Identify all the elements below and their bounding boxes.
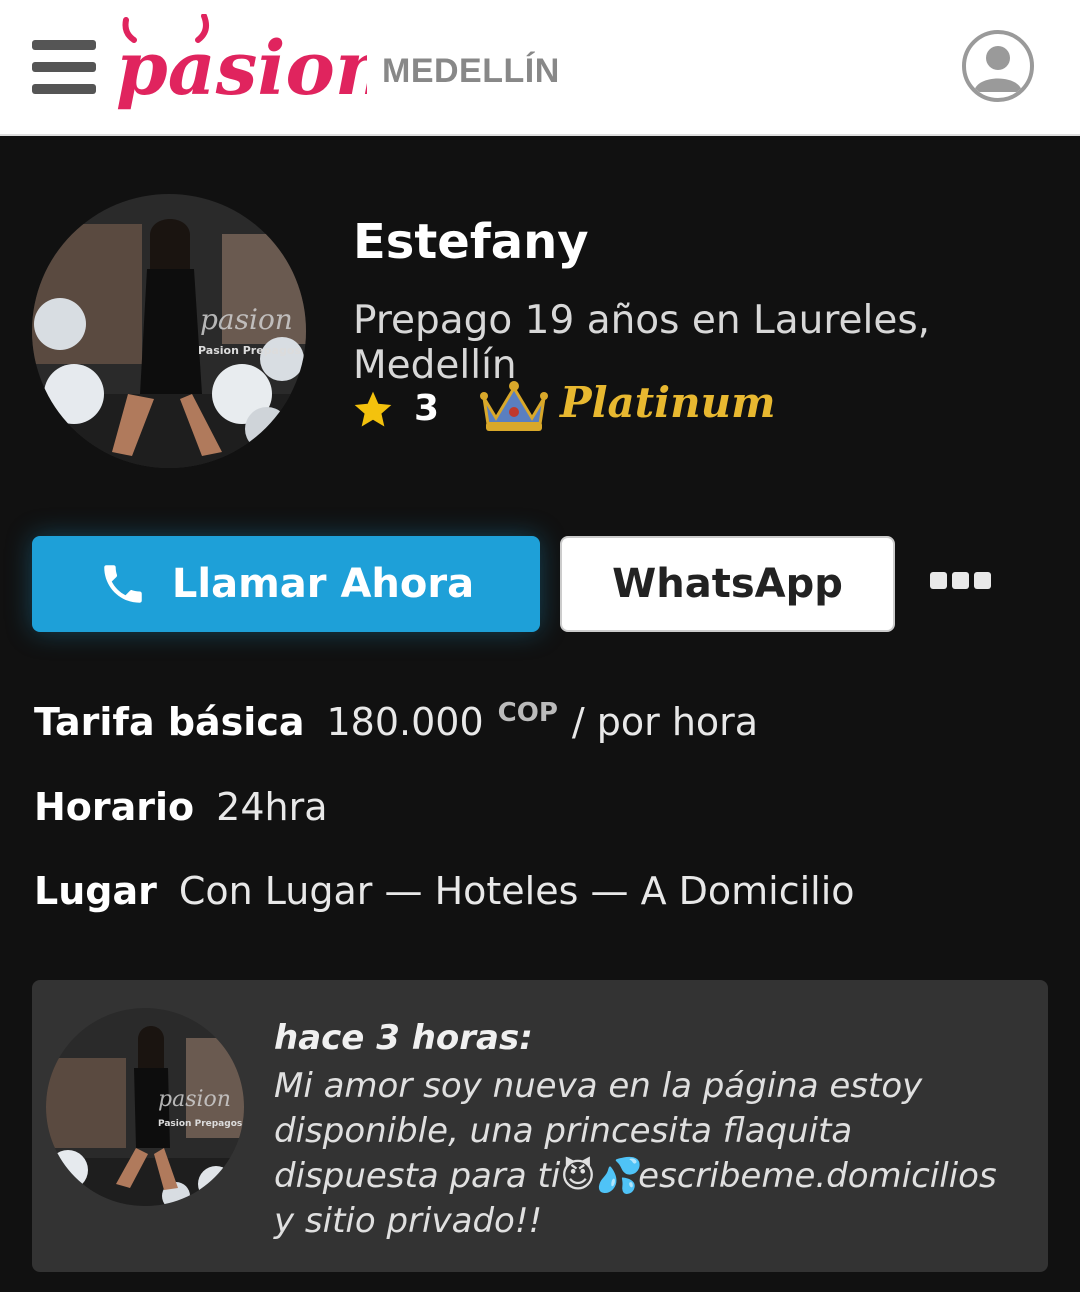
call-now-label: Llamar Ahora <box>171 561 475 607</box>
menu-icon[interactable] <box>32 40 96 94</box>
whatsapp-label: WhatsApp <box>612 561 843 607</box>
rate-value: 180.000 <box>326 700 484 744</box>
platinum-badge: Platinum <box>560 378 776 427</box>
rating-value: 3 <box>414 388 440 429</box>
logo-text: pasion <box>116 26 367 112</box>
call-now-button[interactable]: Llamar Ahora <box>32 536 540 632</box>
avatar-watermark-sub: Pasion Prepagos <box>198 344 301 357</box>
schedule-row: Horario 24hra <box>34 785 328 829</box>
site-logo[interactable]: pasion <box>112 14 367 122</box>
phone-icon <box>104 565 142 603</box>
profile-subtitle: Prepago 19 años en Laureles, Medellín <box>353 298 931 388</box>
post-message: Mi amor soy nueva en la página estoy dis… <box>274 1066 997 1241</box>
crown-icon <box>480 381 548 431</box>
post-card[interactable]: pasion Pasion Prepagos hace 3 horas: Mi … <box>32 980 1048 1272</box>
place-row: Lugar Con Lugar — Hoteles — A Domicilio <box>34 869 855 913</box>
rate-row: Tarifa básica 180.000 COP / por hora <box>34 698 759 744</box>
city-label: MEDELLÍN <box>382 52 560 90</box>
schedule-value: 24hra <box>216 785 328 829</box>
rate-unit: / por hora <box>571 700 759 744</box>
post-watermark: pasion <box>158 1087 231 1112</box>
top-bar: pasion MEDELLÍN <box>0 0 1080 136</box>
schedule-label: Horario <box>34 785 195 829</box>
more-icon[interactable] <box>930 572 992 598</box>
whatsapp-button[interactable]: WhatsApp <box>560 536 895 632</box>
rate-label: Tarifa básica <box>34 700 305 744</box>
post-watermark-sub: Pasion Prepagos <box>158 1119 242 1129</box>
avatar-watermark: pasion <box>200 303 293 336</box>
place-value: Con Lugar — Hoteles — A Domicilio <box>178 869 855 913</box>
profile-avatar[interactable]: pasion Pasion Prepagos <box>32 194 306 468</box>
user-icon[interactable] <box>962 30 1034 102</box>
profile-name: Estefany <box>353 214 589 270</box>
post-avatar[interactable]: pasion Pasion Prepagos <box>46 1008 244 1206</box>
post-time: hace 3 horas: <box>274 1018 533 1058</box>
star-icon <box>354 391 392 427</box>
rate-currency: COP <box>497 698 558 728</box>
place-label: Lugar <box>34 869 157 913</box>
